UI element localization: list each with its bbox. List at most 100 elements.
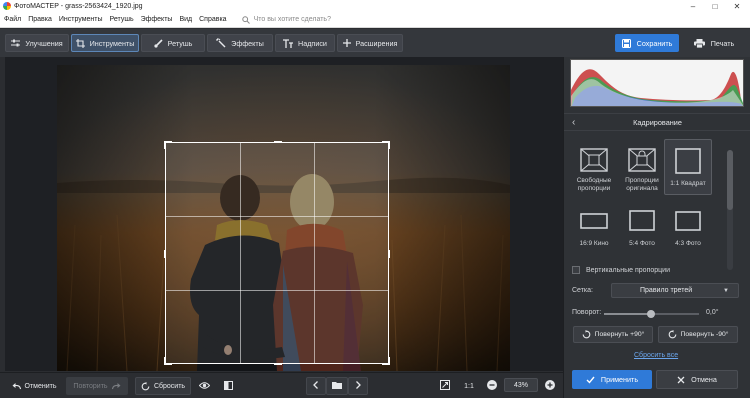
- rotation-slider-fill: [604, 313, 650, 315]
- crop-section-header: ‹ Кадрирование: [564, 113, 750, 131]
- rotate-left-icon: [668, 330, 677, 339]
- cancel-button[interactable]: Отмена: [656, 370, 738, 389]
- compare-icon: [223, 380, 233, 392]
- open-folder-button[interactable]: [326, 377, 348, 395]
- printer-icon: [693, 38, 705, 48]
- actual-size-button[interactable]: 1:1: [460, 377, 478, 395]
- bottom-bar: Отменить Повторить Сбросить 1:1: [0, 372, 563, 398]
- preset-4-3-label: 4:3 Фото: [675, 240, 701, 247]
- preview-eye-button[interactable]: [196, 377, 212, 395]
- menu-retouch[interactable]: Ретушь: [110, 16, 134, 23]
- ratio-16-9-icon: [580, 208, 608, 234]
- rotate-cw-label: Повернуть +90°: [594, 331, 645, 338]
- tab-text-label: Надписи: [298, 38, 327, 48]
- preset-5-4[interactable]: 5:4 Фото: [618, 204, 666, 252]
- chevron-down-icon: ▼: [723, 288, 729, 294]
- vertical-proportions-checkbox[interactable]: [572, 266, 580, 274]
- tab-effects[interactable]: Эффекты: [207, 34, 273, 52]
- rotation-slider[interactable]: [604, 310, 699, 318]
- prev-image-button[interactable]: [306, 377, 326, 395]
- window-title: ФотоМАСТЕР - grass-2563424_1920.jpg: [14, 2, 143, 10]
- check-icon: [586, 376, 595, 384]
- folder-icon: [332, 381, 342, 391]
- magic-wand-icon: [216, 38, 226, 48]
- preset-16-9[interactable]: 16:9 Кино: [570, 204, 618, 252]
- tab-tools[interactable]: Инструменты: [71, 34, 139, 52]
- reset-all-link[interactable]: Сбросить все: [634, 352, 678, 359]
- crop-handle-top-right[interactable]: [382, 141, 390, 149]
- crop-handle-bottom-right[interactable]: [382, 357, 390, 365]
- print-button[interactable]: Печать: [682, 34, 746, 52]
- back-arrow-icon[interactable]: ‹: [572, 117, 575, 128]
- menu-help[interactable]: Справка: [199, 16, 226, 23]
- zoom-in-button[interactable]: [543, 377, 557, 395]
- vertical-proportions-label: Вертикальные пропорции: [586, 266, 670, 274]
- search-icon: [241, 15, 250, 24]
- chevron-right-icon: [355, 381, 361, 391]
- crop-handle-top-left[interactable]: [164, 141, 172, 149]
- redo-button[interactable]: Повторить: [66, 377, 128, 395]
- maximize-button[interactable]: □: [704, 0, 726, 12]
- apply-label: Применить: [600, 375, 639, 384]
- preset-square[interactable]: 1:1 Квадрат: [664, 139, 712, 195]
- crop-handle-top[interactable]: [274, 141, 282, 149]
- menu-view[interactable]: Вид: [179, 16, 192, 23]
- preset-5-4-label: 5:4 Фото: [629, 240, 655, 247]
- vertical-proportions-row[interactable]: Вертикальные пропорции: [572, 266, 670, 274]
- crop-handle-bottom[interactable]: [274, 357, 282, 365]
- crop-frame[interactable]: [164, 141, 390, 365]
- fit-screen-icon: [440, 380, 450, 392]
- app-logo-icon: [3, 2, 11, 10]
- menu-effects[interactable]: Эффекты: [141, 16, 173, 23]
- fit-screen-button[interactable]: [437, 377, 453, 395]
- command-search[interactable]: Что вы хотите сделать?: [241, 15, 331, 24]
- tab-enhance[interactable]: Улучшения: [5, 34, 69, 52]
- close-button[interactable]: ✕: [726, 0, 748, 12]
- cancel-label: Отмена: [691, 375, 717, 384]
- eye-icon: [198, 381, 210, 391]
- undo-label: Отменить: [24, 382, 57, 390]
- tab-extensions-label: Расширения: [355, 38, 398, 48]
- preset-free[interactable]: Свободные пропорции: [570, 139, 618, 195]
- tab-text[interactable]: Надписи: [275, 34, 335, 52]
- preset-original[interactable]: Пропорции оригинала: [618, 139, 666, 195]
- rotate-cw-button[interactable]: Повернуть +90°: [573, 326, 653, 343]
- free-crop-icon: [579, 147, 609, 173]
- tab-extensions[interactable]: Расширения: [337, 34, 403, 52]
- rotate-ccw-button[interactable]: Повернуть -90°: [658, 326, 738, 343]
- menu-edit[interactable]: Правка: [28, 16, 52, 23]
- compare-button[interactable]: [220, 377, 236, 395]
- preset-4-3[interactable]: 4:3 Фото: [664, 204, 712, 252]
- preset-free-label: Свободные пропорции: [576, 177, 612, 192]
- next-image-button[interactable]: [348, 377, 368, 395]
- reset-button[interactable]: Сбросить: [135, 377, 191, 395]
- preset-original-label: Пропорции оригинала: [625, 177, 659, 192]
- menu-file[interactable]: Файл: [4, 16, 21, 23]
- presets-scrollbar[interactable]: [727, 150, 733, 270]
- zoom-out-button[interactable]: [485, 377, 499, 395]
- floppy-disk-icon: [621, 38, 631, 48]
- menu-bar: Файл Правка Инструменты Ретушь Эффекты В…: [0, 12, 750, 28]
- tab-retouch-label: Ретушь: [167, 38, 193, 48]
- scrollbar-thumb[interactable]: [727, 150, 733, 210]
- crop-handle-left[interactable]: [164, 250, 172, 258]
- save-button[interactable]: Сохранить: [615, 34, 679, 52]
- crop-handle-right[interactable]: [382, 250, 390, 258]
- zoom-level-field[interactable]: 43%: [504, 378, 538, 392]
- rotation-slider-knob[interactable]: [647, 310, 655, 318]
- reset-label: Сбросить: [153, 382, 186, 390]
- minimize-button[interactable]: –: [682, 0, 704, 12]
- apply-button[interactable]: Применить: [572, 370, 652, 389]
- rotation-label: Поворот:: [572, 309, 602, 316]
- plus-circle-icon: [545, 380, 555, 392]
- tab-retouch[interactable]: Ретушь: [141, 34, 205, 52]
- brush-icon: [154, 38, 163, 48]
- save-label: Сохранить: [636, 38, 673, 48]
- crop-icon: [75, 38, 85, 48]
- grid-label: Сетка:: [572, 287, 593, 294]
- redo-icon: [111, 382, 121, 390]
- menu-tools[interactable]: Инструменты: [59, 16, 103, 23]
- grid-select[interactable]: Правило третей ▼: [611, 283, 739, 298]
- undo-button[interactable]: Отменить: [6, 377, 62, 395]
- crop-handle-bottom-left[interactable]: [164, 357, 172, 365]
